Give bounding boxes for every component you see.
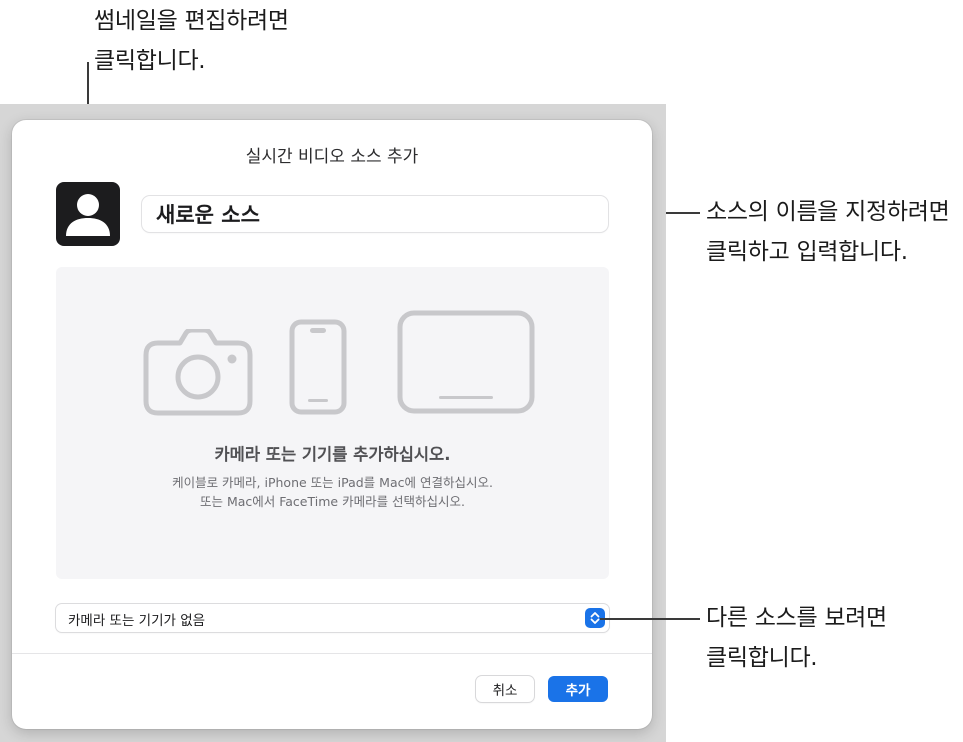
callout-source-leader [600, 618, 700, 620]
callout-source: 다른 소스를 보려면 클릭합니다. [706, 598, 887, 678]
device-empty-state-panel: 카메라 또는 기기를 추가하십시오. 케이블로 카메라, iPhone 또는 i… [56, 267, 609, 579]
dialog-title: 실시간 비디오 소스 추가 [245, 147, 419, 167]
source-select-value: 카메라 또는 기기가 없음 [68, 613, 206, 629]
person-silhouette-icon [66, 194, 110, 236]
camera-icon [143, 329, 253, 416]
callout-source-line-2: 클릭합니다. [706, 645, 818, 671]
source-thumbnail[interactable] [56, 182, 120, 246]
empty-state-description-line-1: 케이블로 카메라, iPhone 또는 iPad를 Mac에 연결하십시오. [172, 475, 493, 490]
add-live-video-source-dialog: 실시간 비디오 소스 추가 카메라 또는 기기를 추가하십시오. 케이블로 카메… [12, 120, 652, 729]
callout-name-line-2: 클릭하고 입력합니다. [706, 239, 908, 265]
callout-source-line-1: 다른 소스를 보려면 [706, 605, 887, 631]
footer-divider [12, 653, 652, 654]
source-name-field[interactable] [142, 196, 608, 232]
cancel-button[interactable]: 취소 [476, 676, 534, 702]
empty-state-heading: 카메라 또는 기기를 추가하십시오. [214, 445, 451, 464]
callout-name-line-1: 소스의 이름을 지정하려면 [706, 199, 950, 225]
add-button[interactable]: 추가 [548, 676, 608, 702]
callout-name: 소스의 이름을 지정하려면 클릭하고 입력합니다. [706, 192, 950, 272]
iphone-icon [289, 319, 347, 415]
empty-state-description-line-2: 또는 Mac에서 FaceTime 카메라를 선택하십시오. [199, 494, 466, 509]
empty-state-description: 케이블로 카메라, iPhone 또는 iPad를 Mac에 연결하십시오. 또… [56, 473, 609, 511]
source-select[interactable]: 카메라 또는 기기가 없음 [56, 604, 609, 632]
callout-thumbnail: 썸네일을 편집하려면 클릭합니다. [94, 1, 289, 81]
callout-thumbnail-line-2: 클릭합니다. [94, 48, 206, 74]
callout-thumbnail-line-1: 썸네일을 편집하려면 [94, 8, 289, 34]
ipad-icon [397, 310, 535, 414]
